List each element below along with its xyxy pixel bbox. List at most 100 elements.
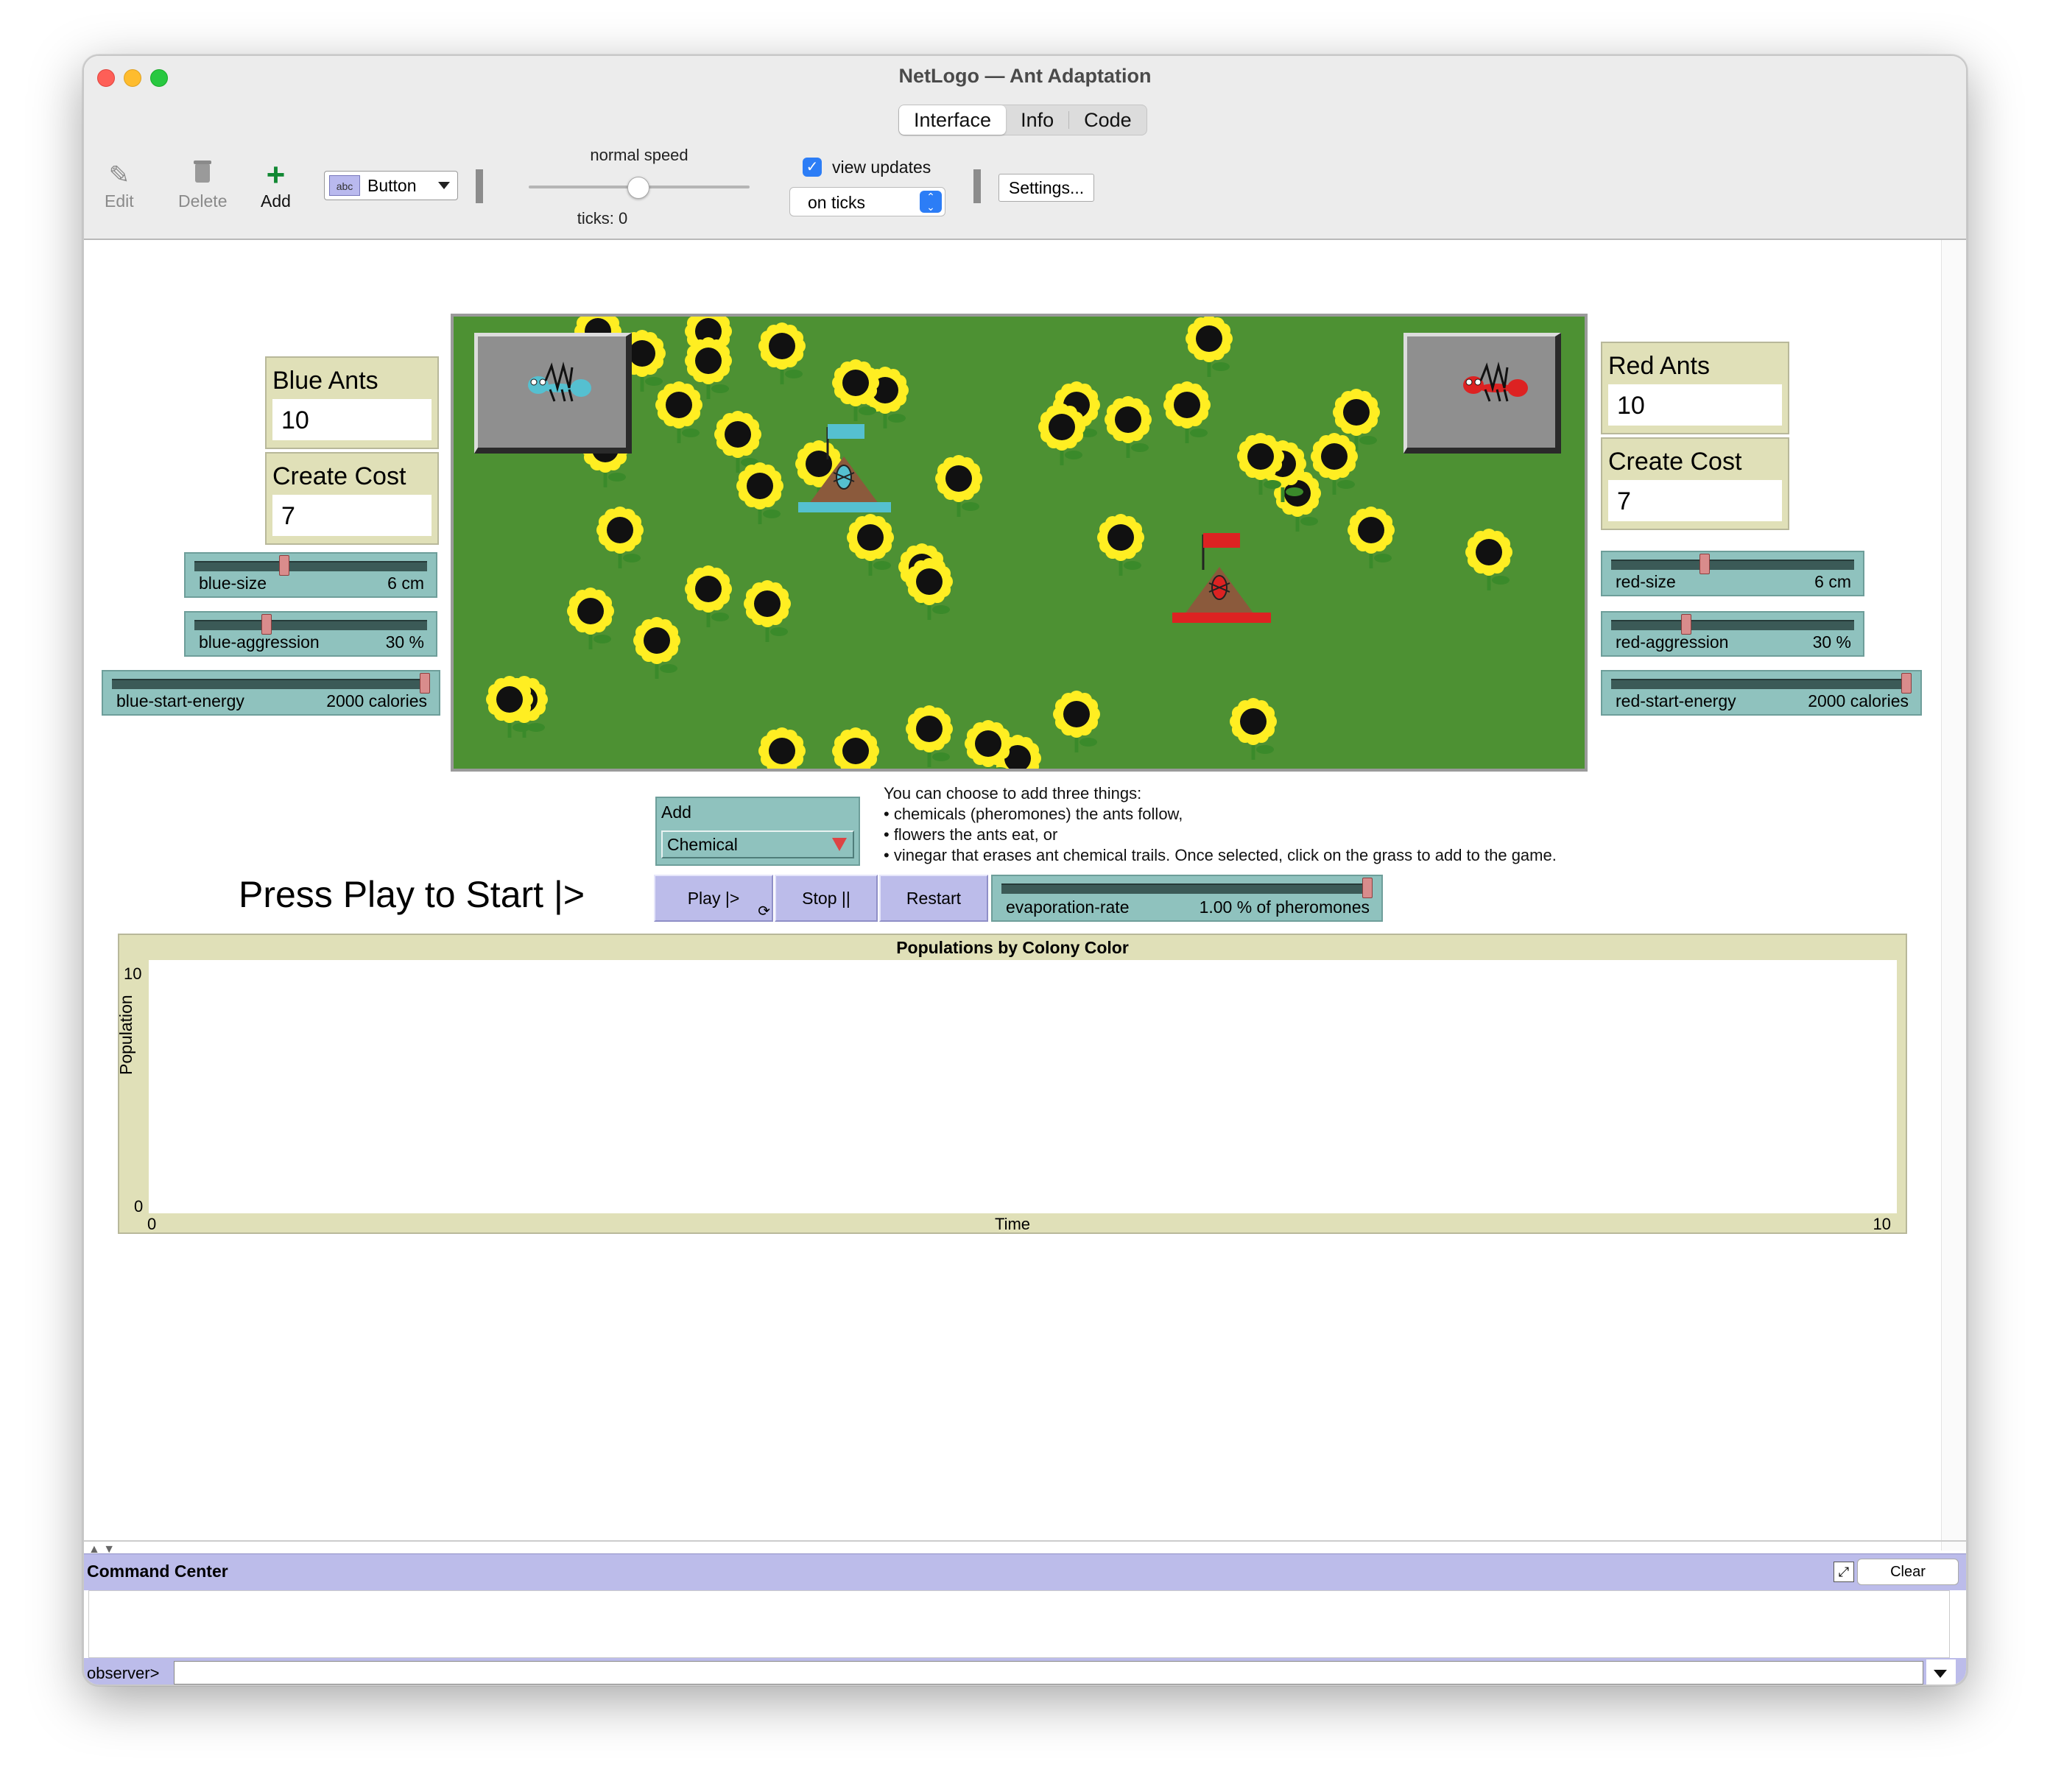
monitor-value: 10 xyxy=(272,399,432,440)
world-view[interactable] xyxy=(451,314,1588,772)
plot-x-max: 10 xyxy=(1873,1215,1891,1233)
triangle-down-icon xyxy=(832,838,847,851)
slider-name: evaporation-rate xyxy=(1006,897,1130,917)
play-button[interactable]: Play |> ⟳ xyxy=(654,875,773,922)
command-input[interactable] xyxy=(174,1661,1923,1685)
expand-icon[interactable]: ⤢ xyxy=(1834,1562,1854,1582)
toolbar-separator xyxy=(476,169,483,203)
sunflower-icon xyxy=(736,462,783,524)
speed-slider-knob[interactable] xyxy=(627,177,649,199)
command-center-splitter[interactable] xyxy=(84,1540,1966,1542)
chooser-select[interactable]: Chemical xyxy=(661,830,854,858)
tab-interface[interactable]: Interface xyxy=(899,105,1007,135)
forever-icon: ⟳ xyxy=(758,903,770,920)
widget-type-dropdown[interactable]: abc Button xyxy=(324,171,458,200)
monitor-label: Blue Ants xyxy=(272,367,378,395)
restart-button[interactable]: Restart xyxy=(879,875,988,922)
chevron-down-icon xyxy=(438,182,450,189)
slider-knob[interactable] xyxy=(1680,614,1691,635)
slider-knob[interactable] xyxy=(420,673,430,694)
edit-button[interactable]: ✎ Edit xyxy=(105,159,134,211)
chooser-value: Chemical xyxy=(667,835,738,854)
red-size-slider[interactable]: red-size 6 cm xyxy=(1601,551,1864,596)
monitor-value: 10 xyxy=(1608,384,1782,426)
interface-canvas: Blue Ants 10 Create Cost 7 Red Ants 10 C… xyxy=(84,240,1966,1568)
tab-bar: Interface Info Code xyxy=(898,105,1147,135)
slider-knob[interactable] xyxy=(261,614,272,635)
tab-info[interactable]: Info xyxy=(1006,105,1068,135)
add-button[interactable]: + Add xyxy=(261,159,291,211)
slider-knob[interactable] xyxy=(278,555,289,576)
trash-icon xyxy=(178,159,227,191)
vertical-scrollbar[interactable] xyxy=(1941,240,1966,1551)
red-start-energy-slider[interactable]: red-start-energy 2000 calories xyxy=(1601,670,1922,716)
add-label: Add xyxy=(261,191,291,211)
instructions-note: You can choose to add three things: • ch… xyxy=(884,783,1557,866)
red-colony-tile xyxy=(1403,333,1561,454)
sunflower-icon xyxy=(1038,403,1085,465)
red-aggression-slider[interactable]: red-aggression 30 % xyxy=(1601,611,1864,657)
slider-value: 6 cm xyxy=(1814,572,1851,591)
blue-create-cost-monitor: Create Cost 7 xyxy=(265,452,439,545)
plot-y-max: 10 xyxy=(124,964,142,983)
tab-code[interactable]: Code xyxy=(1069,105,1146,135)
blue-aggression-slider[interactable]: blue-aggression 30 % xyxy=(184,611,437,657)
delete-label: Delete xyxy=(178,191,228,211)
red-anthill xyxy=(1172,533,1271,623)
slider-value: 30 % xyxy=(385,632,424,652)
evaporation-rate-slider[interactable]: evaporation-rate 1.00 % of pheromones xyxy=(991,875,1383,922)
slider-track xyxy=(1611,620,1854,630)
blue-anthill xyxy=(798,424,891,512)
sunflower-icon xyxy=(965,720,1012,769)
sunflower-icon xyxy=(1465,529,1512,590)
clear-button[interactable]: Clear xyxy=(1857,1559,1959,1585)
sunflower-icon xyxy=(486,676,533,738)
blue-size-slider[interactable]: blue-size 6 cm xyxy=(184,552,437,598)
netlogo-window: NetLogo — Ant Adaptation Interface Info … xyxy=(82,54,1968,1686)
instructions-line: • flowers the ants eat, or xyxy=(884,825,1058,844)
blue-start-energy-slider[interactable]: blue-start-energy 2000 calories xyxy=(102,670,440,716)
window-title: NetLogo — Ant Adaptation xyxy=(898,65,1152,87)
add-chooser[interactable]: Add Chemical xyxy=(655,797,860,866)
blue-colony-tile xyxy=(474,333,632,454)
plot-y-label: Population xyxy=(116,995,135,1075)
widget-type-label: Button xyxy=(367,175,417,195)
slider-name: red-start-energy xyxy=(1616,691,1736,710)
stop-button[interactable]: Stop || xyxy=(775,875,878,922)
slider-value: 6 cm xyxy=(387,574,424,593)
slider-value: 2000 calories xyxy=(326,691,427,710)
slider-knob[interactable] xyxy=(1901,673,1912,694)
slider-knob[interactable] xyxy=(1699,554,1711,574)
observer-prompt[interactable]: observer> xyxy=(87,1664,159,1683)
settings-button[interactable]: Settings... xyxy=(998,174,1094,202)
play-label: Play |> xyxy=(687,889,740,908)
view-updates-checkbox[interactable]: ✓ xyxy=(803,158,822,177)
sunflower-icon xyxy=(744,580,791,642)
edit-label: Edit xyxy=(105,191,134,211)
slider-value: 2000 calories xyxy=(1808,691,1909,710)
stepper-icon: ⌃ ⌄ xyxy=(920,191,942,213)
command-center-header: Command Center ⤢ Clear xyxy=(84,1553,1966,1590)
sunflower-icon xyxy=(758,727,806,769)
instructions-line: • chemicals (pheromones) the ants follow… xyxy=(884,805,1183,823)
update-mode-select[interactable]: on ticks ⌃ ⌄ xyxy=(789,187,945,216)
pencil-icon: ✎ xyxy=(108,161,130,189)
sunflower-icon xyxy=(906,558,953,620)
slider-track xyxy=(194,561,427,571)
plus-icon: + xyxy=(266,157,286,193)
slider-value: 30 % xyxy=(1812,632,1851,652)
slider-name: blue-size xyxy=(199,574,267,593)
command-center-title: Command Center xyxy=(87,1562,228,1581)
slider-track xyxy=(1001,883,1373,894)
slider-track xyxy=(1611,679,1912,689)
slider-knob[interactable] xyxy=(1362,878,1373,898)
instructions-line: You can choose to add three things: xyxy=(884,784,1142,802)
slider-track xyxy=(1611,560,1854,570)
sunflower-icon xyxy=(832,727,879,769)
sunflower-icon xyxy=(935,455,982,517)
sunflower-icon xyxy=(1186,317,1233,377)
history-dropdown-icon[interactable] xyxy=(1926,1659,1956,1685)
sunflower-icon xyxy=(1097,514,1144,576)
delete-button[interactable]: Delete xyxy=(178,159,227,211)
population-plot: Populations by Colony Color Population 1… xyxy=(116,934,1907,1234)
